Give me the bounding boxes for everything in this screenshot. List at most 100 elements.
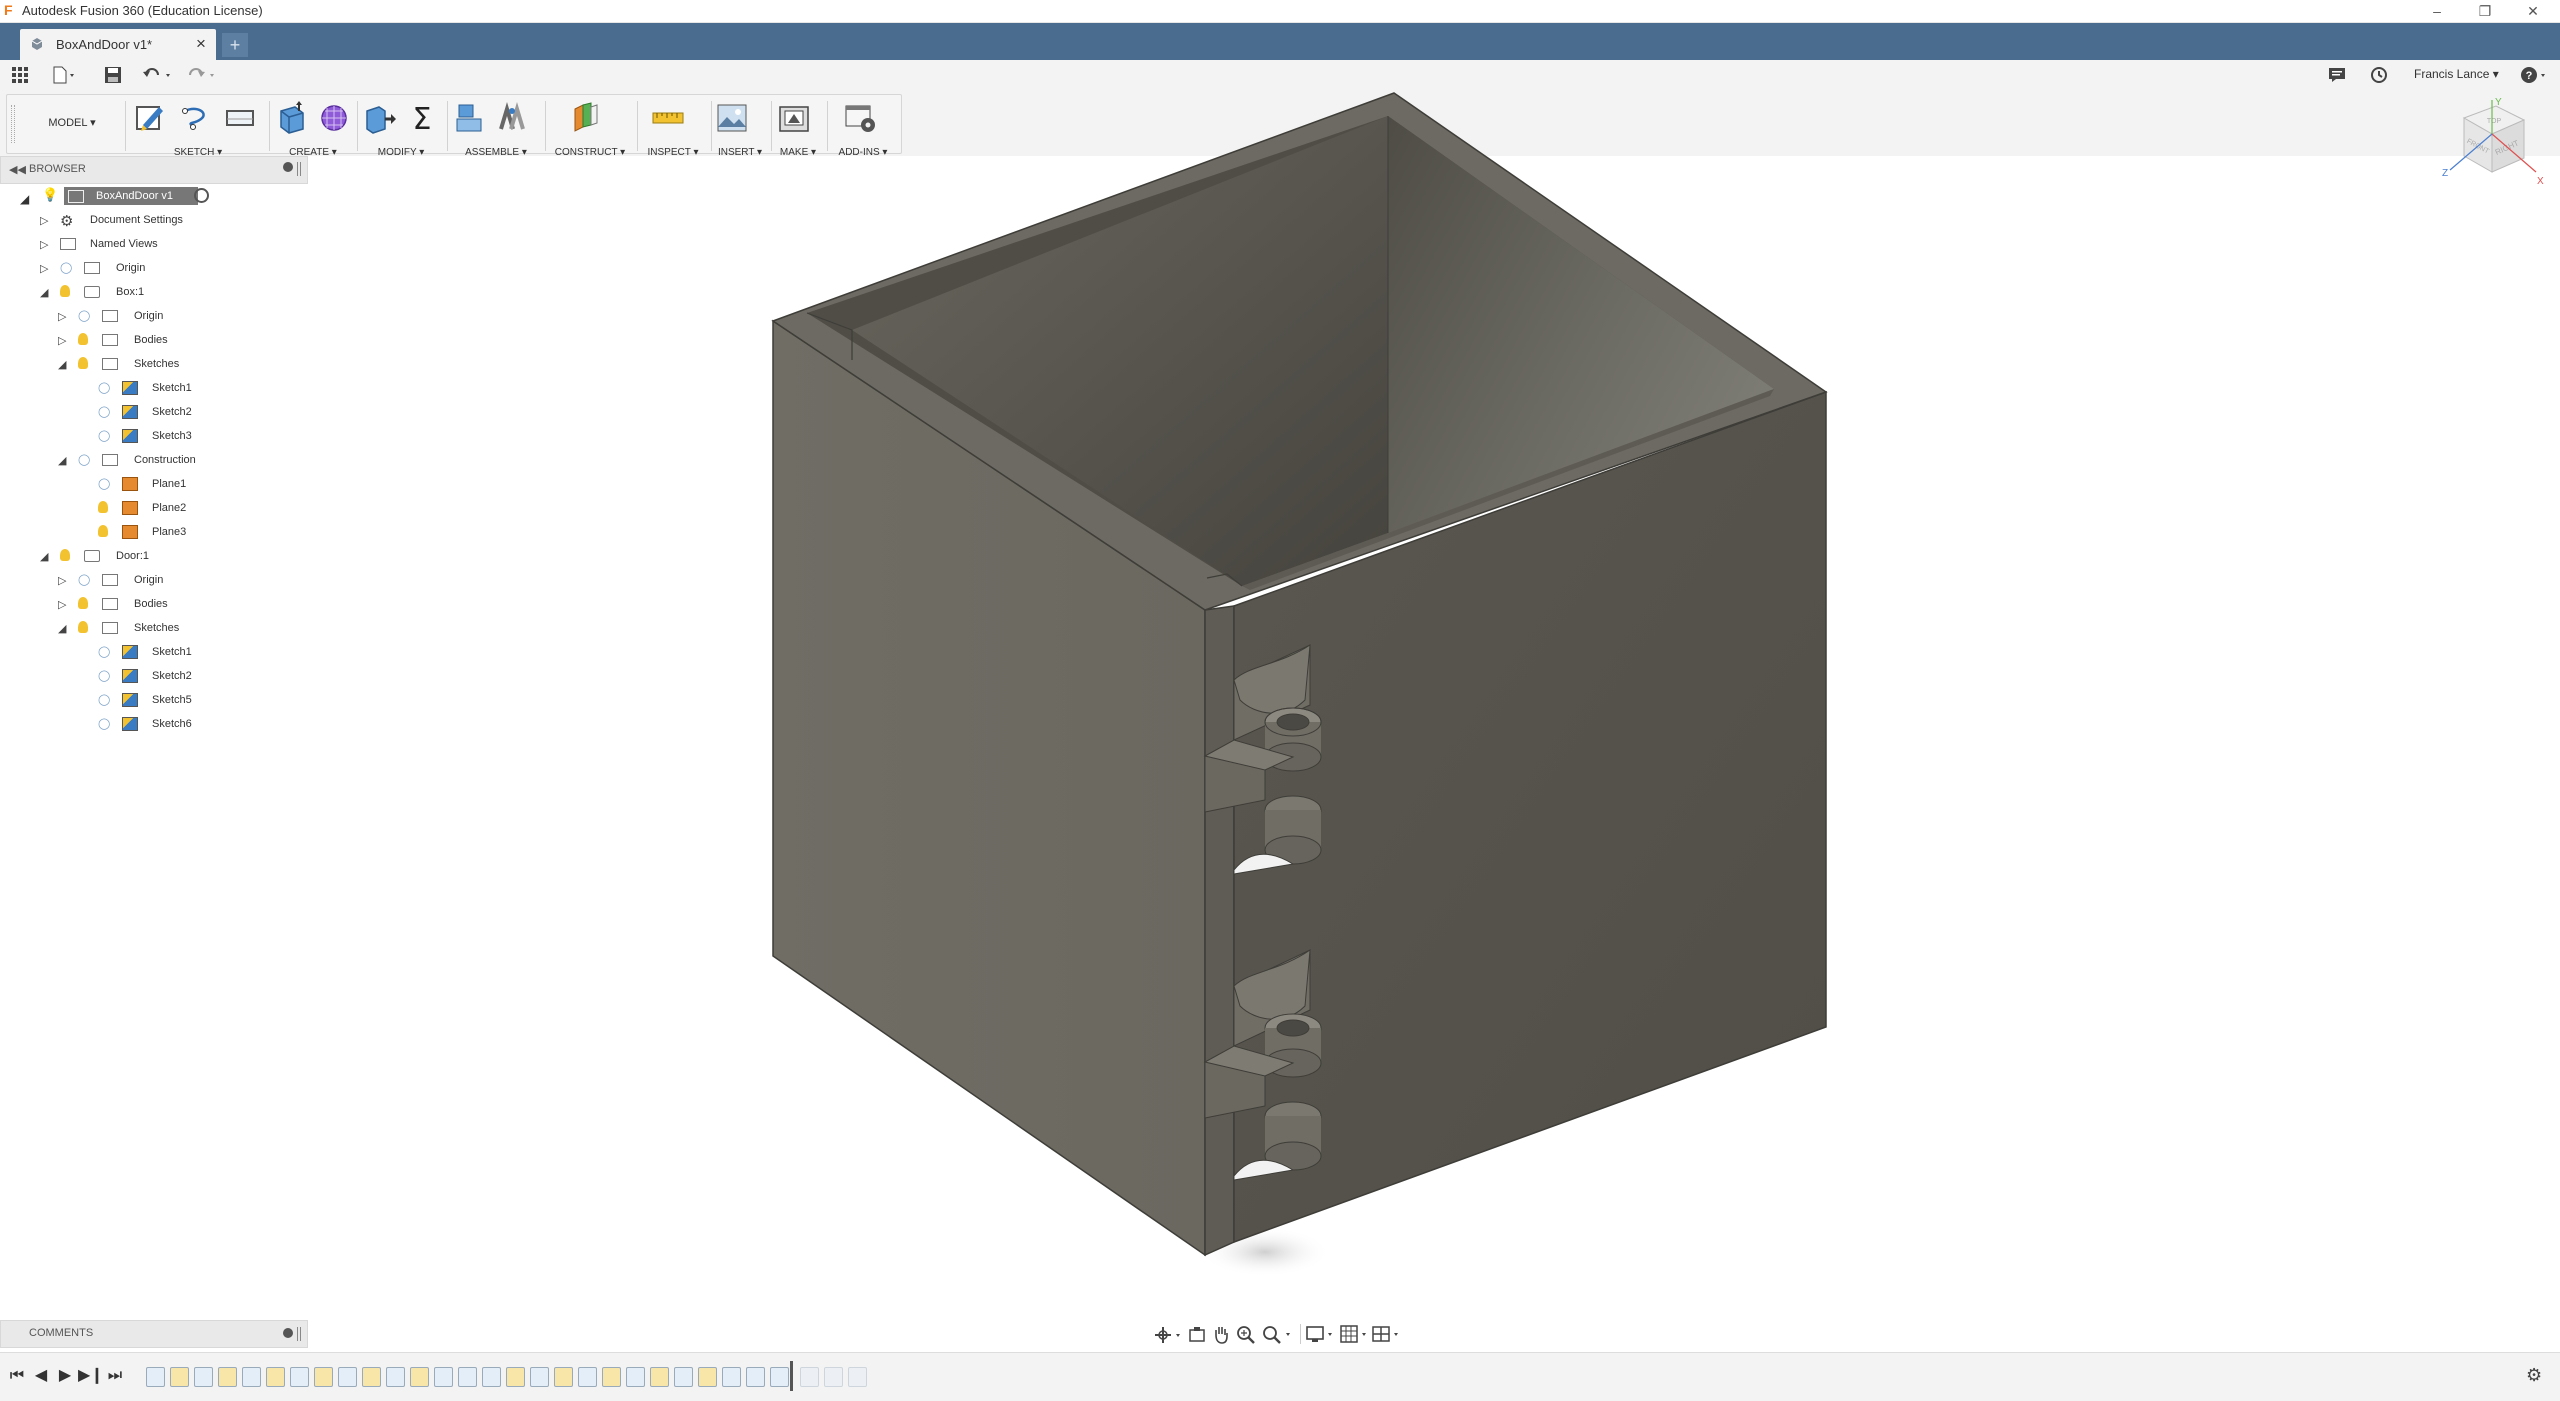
timeline-feature-icon[interactable] [386, 1367, 405, 1387]
timeline-feature-icon[interactable] [674, 1367, 693, 1387]
pan-hand-icon[interactable] [1212, 1325, 1230, 1344]
press-pull-icon[interactable] [363, 101, 397, 135]
timeline-feature-icon[interactable] [218, 1367, 237, 1387]
compute-sigma-icon[interactable]: Σ [405, 101, 439, 135]
timeline-feature-icon[interactable] [410, 1367, 429, 1387]
timeline-suppressed-feature-icon[interactable] [848, 1367, 867, 1387]
comments-resize-handle[interactable] [297, 1327, 301, 1341]
visibility-bulb-off-icon[interactable]: ◯ [98, 693, 110, 706]
timeline-feature-icon[interactable] [362, 1367, 381, 1387]
visibility-bulb-off-icon[interactable]: ◯ [60, 261, 72, 274]
new-tab-button[interactable]: + [222, 33, 248, 57]
minimize-icon[interactable]: – [2414, 0, 2460, 22]
close-tab-icon[interactable]: × [196, 34, 206, 54]
timeline-feature-icon[interactable] [242, 1367, 261, 1387]
timeline-feature-icon[interactable] [722, 1367, 741, 1387]
zoom-icon[interactable] [1236, 1325, 1256, 1344]
timeline-first-icon[interactable]: ⏮ [6, 1365, 28, 1387]
visibility-bulb-icon[interactable] [78, 333, 88, 345]
browser-resize-handle[interactable] [297, 162, 301, 176]
visibility-bulb-off-icon[interactable]: ◯ [98, 477, 110, 490]
redo-icon[interactable] [186, 66, 220, 84]
viewcube[interactable]: TOP FRONT RIGHT Y X Z [2440, 96, 2546, 192]
expand-triangle-icon[interactable]: ▷ [58, 310, 66, 323]
visibility-bulb-icon[interactable] [60, 549, 70, 561]
timeline-feature-icon[interactable] [650, 1367, 669, 1387]
new-component-icon[interactable] [453, 101, 487, 135]
viewports-icon[interactable] [1372, 1325, 1402, 1343]
data-panel-icon[interactable] [12, 67, 28, 83]
inspect-group-menu[interactable]: INSPECT ▾ [637, 147, 709, 158]
expand-triangle-icon[interactable]: ▷ [58, 574, 66, 587]
timeline-feature-icon[interactable] [170, 1367, 189, 1387]
visibility-bulb-off-icon[interactable]: ◯ [78, 453, 90, 466]
timeline-feature-icon[interactable] [698, 1367, 717, 1387]
expand-triangle-icon[interactable]: ▷ [58, 334, 66, 347]
door-edge[interactable] [1204, 605, 1235, 1257]
timeline-previous-icon[interactable]: ◀ [30, 1365, 52, 1387]
collapse-triangle-icon[interactable]: ◢ [40, 286, 48, 299]
save-icon[interactable] [104, 66, 122, 84]
workspace-switcher[interactable]: MODEL ▾ [27, 101, 117, 145]
timeline-feature-icon[interactable] [602, 1367, 621, 1387]
visibility-bulb-off-icon[interactable]: ◯ [98, 405, 110, 418]
visibility-bulb-off-icon[interactable]: ◯ [98, 669, 110, 682]
timeline-feature-icon[interactable] [746, 1367, 765, 1387]
timeline-feature-icon[interactable] [506, 1367, 525, 1387]
modify-group-menu[interactable]: MODIFY ▾ [361, 147, 441, 158]
timeline-feature-icon[interactable] [266, 1367, 285, 1387]
timeline-feature-icon[interactable] [770, 1367, 789, 1387]
comments-pin-icon[interactable] [283, 1328, 293, 1338]
form-icon[interactable] [317, 101, 351, 135]
expand-triangle-icon[interactable]: ▷ [40, 238, 48, 251]
model-viewport[interactable] [700, 80, 1900, 1300]
expand-triangle-icon[interactable]: ▷ [40, 214, 48, 227]
create-sketch-icon[interactable] [133, 101, 167, 135]
help-icon[interactable]: ? [2520, 66, 2548, 84]
timeline-feature-icon[interactable] [554, 1367, 573, 1387]
visibility-bulb-icon[interactable] [78, 621, 88, 633]
visibility-bulb-off-icon[interactable]: ◯ [98, 717, 110, 730]
visibility-bulb-off-icon[interactable]: ◯ [98, 645, 110, 658]
job-status-icon[interactable] [2370, 66, 2388, 84]
collapse-triangle-icon[interactable]: ◢ [40, 550, 48, 563]
expand-triangle-icon[interactable]: ▷ [40, 262, 48, 275]
collapse-triangle-icon[interactable]: ◢ [58, 358, 66, 371]
timeline-feature-icon[interactable] [458, 1367, 477, 1387]
visibility-bulb-icon[interactable] [60, 285, 70, 297]
display-settings-icon[interactable] [1306, 1325, 1336, 1343]
timeline-feature-icon[interactable] [290, 1367, 309, 1387]
timeline-suppressed-feature-icon[interactable] [824, 1367, 843, 1387]
visibility-bulb-icon[interactable] [78, 357, 88, 369]
visibility-bulb-off-icon[interactable]: ◯ [78, 573, 90, 586]
construct-group-menu[interactable]: CONSTRUCT ▾ [547, 147, 633, 158]
timeline-feature-icon[interactable] [530, 1367, 549, 1387]
timeline-settings-gear-icon[interactable]: ⚙ [2526, 1365, 2542, 1386]
notifications-icon[interactable] [2328, 67, 2346, 83]
collapse-triangle-icon[interactable]: ◢ [58, 622, 66, 635]
timeline-feature-icon[interactable] [482, 1367, 501, 1387]
visibility-bulb-off-icon[interactable]: ◯ [98, 381, 110, 394]
orbit-icon[interactable] [1154, 1326, 1184, 1344]
restore-icon[interactable]: ❐ [2462, 0, 2508, 22]
line-tool-icon[interactable] [179, 101, 213, 135]
stop-sketch-icon[interactable] [223, 101, 257, 135]
undo-icon[interactable] [142, 66, 176, 84]
fit-view-icon[interactable] [1262, 1325, 1296, 1344]
timeline-feature-icon[interactable] [338, 1367, 357, 1387]
joint-icon[interactable] [495, 101, 529, 135]
visibility-bulb-icon[interactable] [98, 525, 108, 537]
timeline-feature-icon[interactable] [194, 1367, 213, 1387]
timeline-suppressed-feature-icon[interactable] [800, 1367, 819, 1387]
timeline-feature-icon[interactable] [146, 1367, 165, 1387]
extrude-icon[interactable] [275, 101, 309, 135]
comments-panel-header[interactable]: COMMENTS [0, 1320, 308, 1348]
collapse-browser-icon[interactable]: ◀◀ [9, 163, 26, 176]
visibility-bulb-icon[interactable] [78, 597, 88, 609]
timeline-next-icon[interactable]: ▶❙ [78, 1365, 104, 1387]
browser-pin-icon[interactable] [283, 162, 293, 172]
offset-plane-icon[interactable] [569, 101, 603, 135]
timeline-feature-icon[interactable] [434, 1367, 453, 1387]
user-account-menu[interactable]: Francis Lance ▾ [2414, 67, 2499, 81]
timeline-play-icon[interactable]: ▶ [54, 1365, 76, 1387]
